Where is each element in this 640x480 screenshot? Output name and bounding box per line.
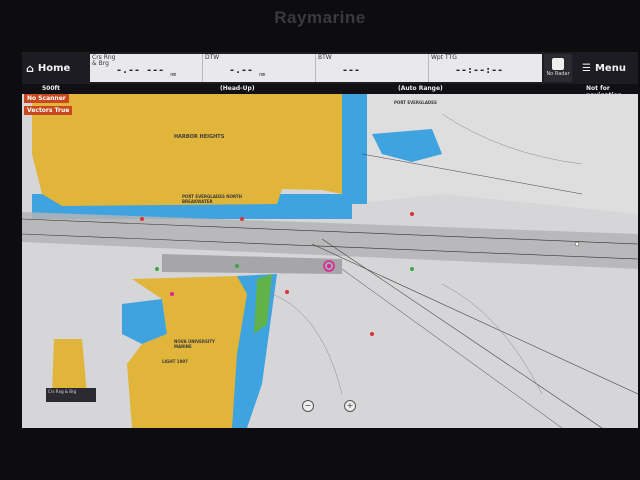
crs-rng-brg-box[interactable]: Crs Rng & Brg (46, 388, 96, 402)
home-icon: ⌂ (26, 61, 34, 75)
green-buoy-marker[interactable] (410, 267, 414, 271)
data-cell-wpt-ttg[interactable]: Wpt TTG --:--:-- (429, 54, 541, 82)
land-southwest (52, 339, 87, 394)
green-buoy-marker[interactable] (155, 267, 159, 271)
vessel-position-dot (327, 264, 331, 268)
red-buoy-marker[interactable] (285, 290, 289, 294)
data-cell-crs-rng-brg[interactable]: Crs Rng & Brg -.-- --- nm (90, 54, 203, 82)
menu-label: Menu (594, 62, 626, 74)
data-cell-value-text: --- (342, 65, 361, 76)
data-cell-label: Wpt TTG (431, 54, 457, 61)
home-button[interactable]: ⌂ Home (26, 56, 88, 80)
no-scanner-badge[interactable]: No Scanner (24, 94, 69, 103)
waypoint-marker[interactable] (574, 241, 580, 247)
data-cell-value: -.-- nm (229, 65, 265, 78)
menu-button[interactable]: ☰ Menu (582, 58, 636, 78)
data-cell-value: -.-- --- nm (116, 65, 176, 78)
data-cell-label: Crs Rng & Brg (92, 54, 116, 67)
place-label: LIGHT 1997 (162, 359, 188, 364)
place-label: HARBOR HEIGHTS (174, 134, 225, 140)
radar-status-button[interactable]: No Radar (544, 54, 572, 82)
data-cell-value-text: -.-- (229, 65, 254, 76)
chartplotter-screen: ⌂ Home Crs Rng & Brg -.-- --- nm DTW -.-… (22, 52, 638, 428)
hamburger-icon: ☰ (582, 62, 591, 74)
red-buoy-marker[interactable] (370, 332, 374, 336)
red-buoy-marker[interactable] (410, 212, 414, 216)
chart-canvas[interactable] (22, 94, 638, 428)
scale-indicator: 500ft (42, 85, 61, 92)
data-cell-value-text: -.-- --- (116, 65, 165, 76)
zoom-out-button[interactable]: − (302, 400, 314, 412)
shallow-water-channel-edge (342, 94, 367, 204)
zoom-in-button[interactable]: + (344, 400, 356, 412)
status-bar: 500ft (Head-Up) (Auto Range) Not for nav… (22, 84, 638, 99)
place-label: PORT EVERGLADES (394, 100, 437, 105)
data-cell-btw[interactable]: BTW --- (316, 54, 429, 82)
data-cell-value: --:--:-- (455, 65, 503, 76)
land-harbor-heights (32, 94, 342, 206)
home-label: Home (37, 62, 71, 74)
magenta-marker[interactable] (170, 292, 174, 296)
data-bar: Crs Rng & Brg -.-- --- nm DTW -.-- nm BT… (90, 54, 542, 82)
range-mode-indicator[interactable]: (Auto Range) (398, 85, 443, 92)
radar-antenna-icon (552, 58, 564, 70)
red-buoy-marker[interactable] (240, 217, 244, 221)
place-label: PORT EVERGLADES NORTH BREAKWATER (182, 194, 242, 204)
nautical-chart[interactable]: No Scanner Vectors True HARBOR HEIGHTS P… (22, 94, 638, 428)
data-cell-label: DTW (205, 54, 220, 61)
data-cell-value: --- (342, 65, 360, 76)
data-cell-dtw[interactable]: DTW -.-- nm (203, 54, 316, 82)
place-label: NOVA UNIVERSITY MARINE (174, 339, 215, 349)
data-cell-label: BTW (318, 54, 332, 61)
data-cell-unit: nm (170, 72, 177, 78)
green-buoy-marker[interactable] (235, 264, 239, 268)
red-buoy-marker[interactable] (140, 217, 144, 221)
top-bar: ⌂ Home Crs Rng & Brg -.-- --- nm DTW -.-… (22, 52, 638, 84)
radar-status-label: No Radar (546, 71, 570, 77)
data-cell-unit: nm (259, 72, 266, 78)
device-brand-logo: Raymarine (274, 8, 366, 27)
orientation-indicator[interactable]: (Head-Up) (220, 85, 255, 92)
data-cell-value-text: --:--:-- (455, 65, 504, 76)
vectors-true-badge[interactable]: Vectors True (24, 106, 73, 115)
